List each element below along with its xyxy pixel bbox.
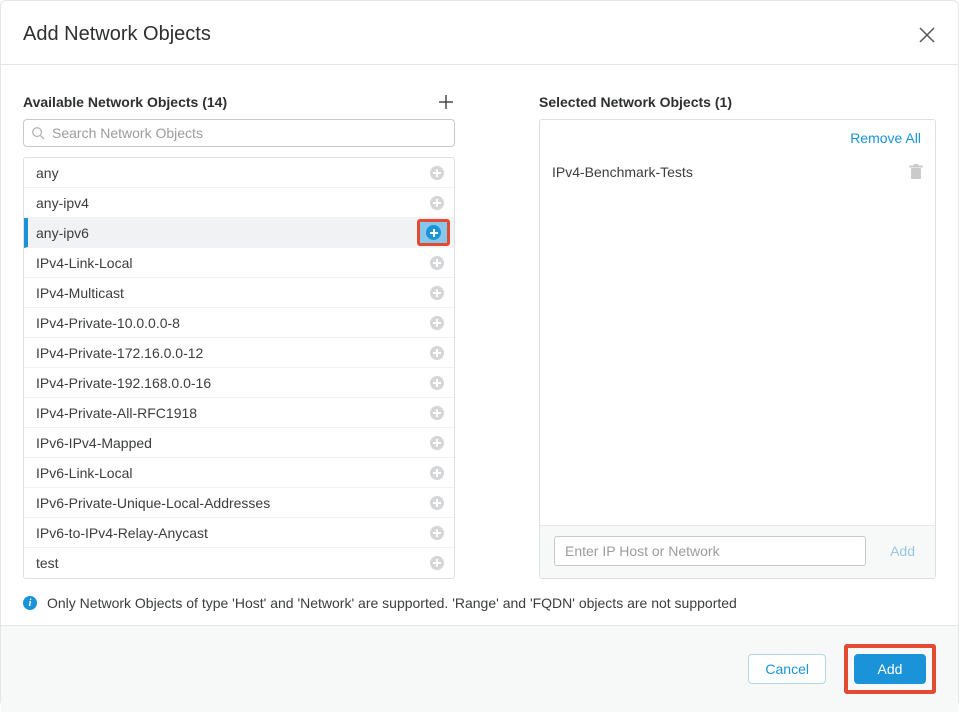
add-item-icon[interactable] bbox=[430, 526, 444, 540]
selected-header: Selected Network Objects (1) bbox=[539, 89, 936, 115]
available-item-label: IPv6-IPv4-Mapped bbox=[36, 435, 152, 451]
available-item-label: IPv4-Private-172.16.0.0-12 bbox=[36, 345, 203, 361]
selected-item-label: IPv4-Benchmark-Tests bbox=[552, 164, 693, 180]
available-item[interactable]: IPv6-Link-Local bbox=[24, 458, 454, 488]
available-item[interactable]: IPv4-Link-Local bbox=[24, 248, 454, 278]
available-item-label: IPv6-to-IPv4-Relay-Anycast bbox=[36, 525, 208, 541]
selected-list: IPv4-Benchmark-Tests bbox=[540, 152, 935, 525]
dialog-body: Available Network Objects (14) any any-ip… bbox=[1, 65, 958, 589]
selected-box: Remove All IPv4-Benchmark-Tests Add bbox=[539, 119, 936, 579]
available-item-label: IPv4-Link-Local bbox=[36, 255, 133, 271]
available-item[interactable]: IPv4-Multicast bbox=[24, 278, 454, 308]
selected-item: IPv4-Benchmark-Tests bbox=[540, 158, 935, 186]
available-item[interactable]: IPv6-to-IPv4-Relay-Anycast bbox=[24, 518, 454, 548]
add-item-highlight bbox=[417, 219, 450, 246]
available-item-label: test bbox=[36, 555, 59, 571]
add-item-icon[interactable] bbox=[426, 225, 441, 240]
add-item-icon[interactable] bbox=[430, 316, 444, 330]
info-icon: i bbox=[23, 596, 37, 610]
available-objects-panel: Available Network Objects (14) any any-ip… bbox=[23, 89, 455, 579]
available-item-label: any bbox=[36, 165, 59, 181]
add-button[interactable]: Add bbox=[854, 654, 926, 684]
available-item[interactable]: any-ipv4 bbox=[24, 188, 454, 218]
add-item-icon[interactable] bbox=[430, 376, 444, 390]
available-list[interactable]: any any-ipv4 any-ipv6 IPv4-Link-Local IPv4-M… bbox=[23, 157, 455, 579]
info-text: Only Network Objects of type 'Host' and … bbox=[47, 595, 737, 611]
remove-all-link[interactable]: Remove All bbox=[850, 130, 921, 146]
available-item[interactable]: test bbox=[24, 548, 454, 578]
add-item-icon[interactable] bbox=[430, 496, 444, 510]
available-item-label: IPv6-Private-Unique-Local-Addresses bbox=[36, 495, 270, 511]
plus-icon bbox=[437, 93, 455, 111]
search-input[interactable] bbox=[23, 119, 455, 147]
dialog-title: Add Network Objects bbox=[23, 23, 211, 46]
ip-host-input[interactable] bbox=[554, 536, 866, 566]
available-item-label: IPv4-Private-All-RFC1918 bbox=[36, 405, 197, 421]
create-object-button[interactable] bbox=[437, 93, 455, 111]
trash-icon[interactable] bbox=[909, 164, 923, 180]
cancel-button[interactable]: Cancel bbox=[748, 654, 826, 684]
selected-footer: Add bbox=[540, 525, 935, 578]
close-icon bbox=[918, 26, 936, 44]
available-item[interactable]: IPv4-Private-192.168.0.0-16 bbox=[24, 368, 454, 398]
add-item-icon[interactable] bbox=[430, 556, 444, 570]
available-header: Available Network Objects (14) bbox=[23, 89, 455, 115]
selected-objects-panel: Selected Network Objects (1) Remove All … bbox=[539, 89, 936, 579]
available-item[interactable]: IPv6-IPv4-Mapped bbox=[24, 428, 454, 458]
add-network-objects-dialog: Add Network Objects Available Network Ob… bbox=[0, 0, 959, 707]
add-item-icon[interactable] bbox=[430, 196, 444, 210]
search-icon bbox=[31, 126, 45, 140]
available-item[interactable]: IPv4-Private-172.16.0.0-12 bbox=[24, 338, 454, 368]
available-item-label: IPv4-Private-192.168.0.0-16 bbox=[36, 375, 211, 391]
available-item-label: IPv6-Link-Local bbox=[36, 465, 133, 481]
available-item-label: IPv4-Private-10.0.0.0-8 bbox=[36, 315, 180, 331]
dialog-header: Add Network Objects bbox=[1, 1, 958, 65]
add-item-icon[interactable] bbox=[430, 346, 444, 360]
available-item[interactable]: any-ipv6 bbox=[24, 218, 454, 248]
available-item-label: any-ipv6 bbox=[36, 225, 89, 241]
dialog-footer: Cancel Add bbox=[1, 625, 958, 712]
info-bar: i Only Network Objects of type 'Host' an… bbox=[1, 589, 958, 625]
available-item[interactable]: IPv4-Private-10.0.0.0-8 bbox=[24, 308, 454, 338]
add-item-icon[interactable] bbox=[430, 166, 444, 180]
add-item-icon[interactable] bbox=[430, 406, 444, 420]
available-item[interactable]: IPv4-Private-All-RFC1918 bbox=[24, 398, 454, 428]
add-item-icon[interactable] bbox=[430, 466, 444, 480]
available-item-label: IPv4-Multicast bbox=[36, 285, 124, 301]
add-item-icon[interactable] bbox=[430, 256, 444, 270]
close-button[interactable] bbox=[918, 26, 936, 44]
add-item-icon[interactable] bbox=[430, 436, 444, 450]
available-item[interactable]: IPv6-Private-Unique-Local-Addresses bbox=[24, 488, 454, 518]
available-item-label: any-ipv4 bbox=[36, 195, 89, 211]
add-item-icon[interactable] bbox=[430, 286, 444, 300]
available-header-label: Available Network Objects (14) bbox=[23, 94, 227, 110]
add-button-highlight: Add bbox=[844, 644, 936, 694]
search-wrap bbox=[23, 119, 455, 147]
selected-header-label: Selected Network Objects (1) bbox=[539, 94, 732, 110]
available-item[interactable]: any bbox=[24, 158, 454, 188]
ip-add-button[interactable]: Add bbox=[884, 542, 921, 560]
